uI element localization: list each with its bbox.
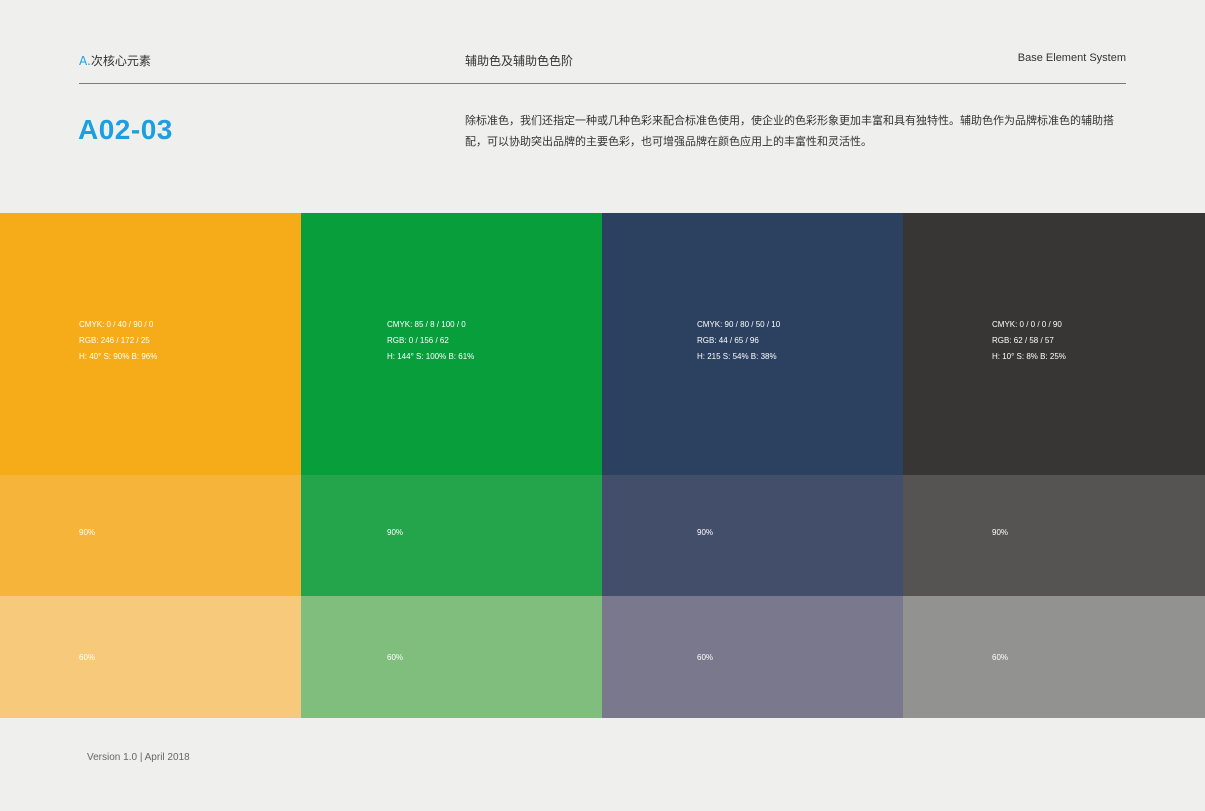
swatch-grid: CMYK: 0 / 40 / 90 / 0 RGB: 246 / 172 / 2… [0,213,1205,718]
color-column-orange: CMYK: 0 / 40 / 90 / 0 RGB: 246 / 172 / 2… [0,213,301,718]
main-swatch: CMYK: 0 / 40 / 90 / 0 RGB: 246 / 172 / 2… [0,213,301,475]
cmyk-value: CMYK: 0 / 0 / 0 / 90 [992,320,1062,329]
rgb-value: RGB: 62 / 58 / 57 [992,336,1054,345]
tint-90-label: 90% [992,528,1009,537]
tint-90-label: 90% [697,528,714,537]
rgb-value: RGB: 0 / 156 / 62 [387,336,449,345]
hsb-value: H: 215 S: 54% B: 38% [697,352,777,361]
header-row: A.次核心元素 辅助色及辅助色色阶 Base Element System [79,52,1126,70]
color-column-navy: CMYK: 90 / 80 / 50 / 10 RGB: 44 / 65 / 9… [602,213,903,718]
cmyk-value: CMYK: 0 / 40 / 90 / 0 [79,320,154,329]
tint-90-swatch: 90% [903,475,1205,596]
section-code: A02-03 [78,114,173,145]
rgb-value: RGB: 44 / 65 / 96 [697,336,759,345]
tint-60-label: 60% [697,653,714,662]
main-swatch: CMYK: 90 / 80 / 50 / 10 RGB: 44 / 65 / 9… [602,213,903,475]
hsb-value: H: 40° S: 90% B: 96% [79,352,158,361]
main-swatch: CMYK: 0 / 0 / 0 / 90 RGB: 62 / 58 / 57 H… [903,213,1205,475]
color-column-charcoal: CMYK: 0 / 0 / 0 / 90 RGB: 62 / 58 / 57 H… [903,213,1205,718]
header-divider [79,83,1126,84]
main-swatch: CMYK: 85 / 8 / 100 / 0 RGB: 0 / 156 / 62… [301,213,602,475]
tint-60-label: 60% [79,653,96,662]
section-description: 除标准色，我们还指定一种或几种色彩来配合标准色使用，使企业的色彩形象更加丰富和具… [465,114,1114,148]
section-label: A.次核心元素 [79,52,151,69]
tint-60-swatch: 60% [602,596,903,718]
tint-90-label: 90% [387,528,404,537]
tint-90-swatch: 90% [602,475,903,596]
hsb-value: H: 144° S: 100% B: 61% [387,352,475,361]
color-spec: CMYK: 0 / 40 / 90 / 0 RGB: 246 / 172 / 2… [79,317,157,365]
page-title: 辅助色及辅助色色阶 [465,54,574,68]
color-spec: CMYK: 0 / 0 / 0 / 90 RGB: 62 / 58 / 57 H… [992,317,1066,365]
tint-60-swatch: 60% [301,596,602,718]
tint-90-label: 90% [79,528,96,537]
rgb-value: RGB: 246 / 172 / 25 [79,336,150,345]
tint-60-swatch: 60% [903,596,1205,718]
hsb-value: H: 10° S: 8% B: 25% [992,352,1066,361]
tint-60-label: 60% [387,653,404,662]
footer-version: Version 1.0 | April 2018 [87,752,190,763]
tint-90-swatch: 90% [0,475,301,596]
color-spec: CMYK: 85 / 8 / 100 / 0 RGB: 0 / 156 / 62… [387,317,474,365]
tint-90-swatch: 90% [301,475,602,596]
cmyk-value: CMYK: 85 / 8 / 100 / 0 [387,320,466,329]
color-spec: CMYK: 90 / 80 / 50 / 10 RGB: 44 / 65 / 9… [697,317,780,365]
system-name: Base Element System [1017,52,1126,64]
section-name: 次核心元素 [90,54,151,68]
tint-60-label: 60% [992,653,1009,662]
color-column-green: CMYK: 85 / 8 / 100 / 0 RGB: 0 / 156 / 62… [301,213,602,718]
tint-60-swatch: 60% [0,596,301,718]
section-letter: A. [79,54,91,68]
cmyk-value: CMYK: 90 / 80 / 50 / 10 [697,320,781,329]
